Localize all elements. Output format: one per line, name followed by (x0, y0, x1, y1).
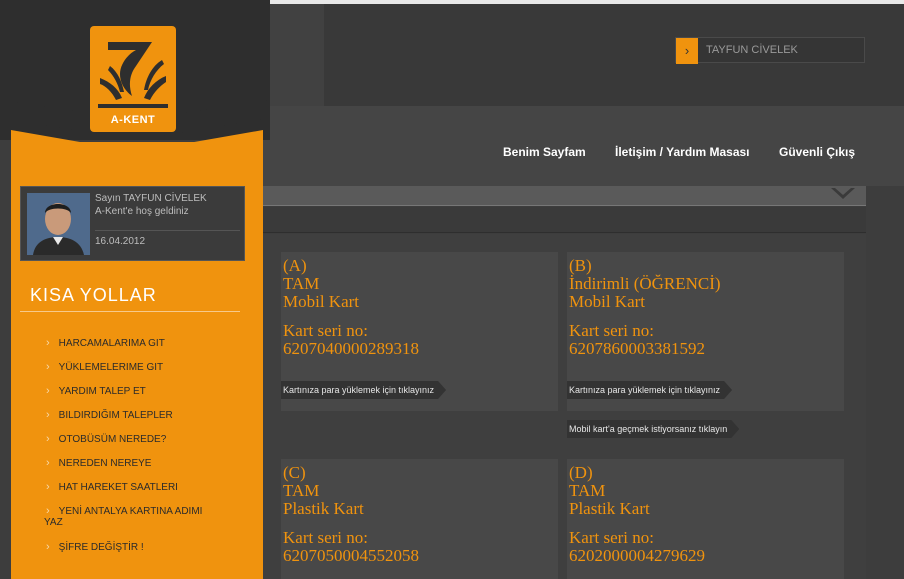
shortcut-item[interactable]: › YÜKLEMELERIME GIT (46, 361, 163, 373)
chevron-right-icon: › (46, 361, 50, 373)
shortcut-item[interactable]: › OTOBÜSÜM NEREDE? (46, 433, 166, 445)
switch-mobile-link[interactable]: Mobil kart'a geçmek istiyorsanız tıklayı… (567, 420, 739, 438)
content-header (262, 207, 866, 233)
card-serial: Kart seri no: 6207860003381592 (569, 321, 705, 358)
card-heading: (D) TAM Plastik Kart (569, 463, 650, 518)
shortcut-item[interactable]: › BILDIRDIĞIM TALEPLER (46, 409, 173, 421)
shortcuts-title: KISA YOLLAR (30, 285, 157, 305)
chevron-right-icon[interactable]: › (676, 38, 698, 64)
shortcut-item[interactable]: › YARDIM TALEP ET (46, 385, 146, 397)
shortcut-item[interactable]: › YENİ ANTALYA KARTINA ADIMI (46, 505, 202, 517)
nav-logout[interactable]: Güvenli Çıkış (779, 145, 855, 159)
header-band (268, 4, 324, 106)
logo-text: A-KENT (110, 114, 156, 126)
card-b: (B) İndirimli (ÖĞRENCİ) Mobil Kart Kart … (567, 252, 844, 411)
chevron-right-icon: › (46, 505, 50, 517)
card-heading: (A) TAM Mobil Kart (283, 256, 360, 311)
user-name: TAYFUN CİVELEK (706, 44, 798, 56)
shortcut-item[interactable]: › ŞİFRE DEĞİŞTİR ! (46, 541, 144, 553)
greeting-name: Sayın TAYFUN CİVELEK (95, 193, 207, 204)
a-kent-logo[interactable]: A-KENT (90, 26, 176, 132)
logo-mark-icon (98, 42, 168, 108)
chevron-right-icon: › (46, 337, 50, 349)
profile-card: Sayın TAYFUN CİVELEK A-Kent'e hoş geldin… (20, 186, 245, 261)
nav-contact-help[interactable]: İletişim / Yardım Masası (615, 145, 750, 159)
profile-date: 16.04.2012 (95, 236, 146, 247)
load-money-link[interactable]: Kartınıza para yüklemek için tıklayınız (567, 381, 732, 399)
avatar (27, 193, 90, 255)
card-d: (D) TAM Plastik Kart Kart seri no: 62020… (567, 459, 844, 579)
chevron-right-icon: › (46, 385, 50, 397)
chevron-right-icon: › (46, 541, 50, 553)
shortcuts-divider (20, 311, 240, 312)
shortcut-item[interactable]: › NEREDEN NEREYE (46, 457, 151, 469)
shortcut-item[interactable]: › HAT HAREKET SAATLERI (46, 481, 178, 493)
chevron-right-icon: › (46, 481, 50, 493)
chevron-right-icon: › (46, 409, 50, 421)
shortcut-item[interactable]: › HARCAMALARIMA GIT (46, 337, 165, 349)
greeting-welcome: A-Kent'e hoş geldiniz (95, 206, 189, 217)
load-money-link[interactable]: Kartınıza para yüklemek için tıklayınız (281, 381, 446, 399)
nav-my-page[interactable]: Benim Sayfam (503, 145, 586, 159)
card-serial: Kart seri no: 6202000004279629 (569, 528, 705, 565)
card-serial: Kart seri no: 6207040000289318 (283, 321, 419, 358)
card-heading: (C) TAM Plastik Kart (283, 463, 364, 518)
profile-divider (95, 230, 240, 231)
card-serial: Kart seri no: 6207050004552058 (283, 528, 419, 565)
sidebar: A-KENT Sayın TAYFUN CİVELEK A-Kent'e hoş… (0, 0, 270, 579)
greeting: Sayın TAYFUN CİVELEK A-Kent'e hoş geldin… (95, 192, 207, 218)
chevron-down-icon[interactable] (830, 187, 856, 201)
card-heading: (B) İndirimli (ÖĞRENCİ) Mobil Kart (569, 256, 721, 311)
chevron-right-icon: › (46, 457, 50, 469)
breadcrumb-bar (262, 186, 866, 206)
shortcut-item-wrap[interactable]: YAZ (44, 517, 63, 528)
card-a: (A) TAM Mobil Kart Kart seri no: 6207040… (281, 252, 558, 411)
user-menu[interactable]: › TAYFUN CİVELEK (675, 37, 865, 64)
card-c: (C) TAM Plastik Kart Kart seri no: 62070… (281, 459, 558, 579)
chevron-right-icon: › (46, 433, 50, 445)
